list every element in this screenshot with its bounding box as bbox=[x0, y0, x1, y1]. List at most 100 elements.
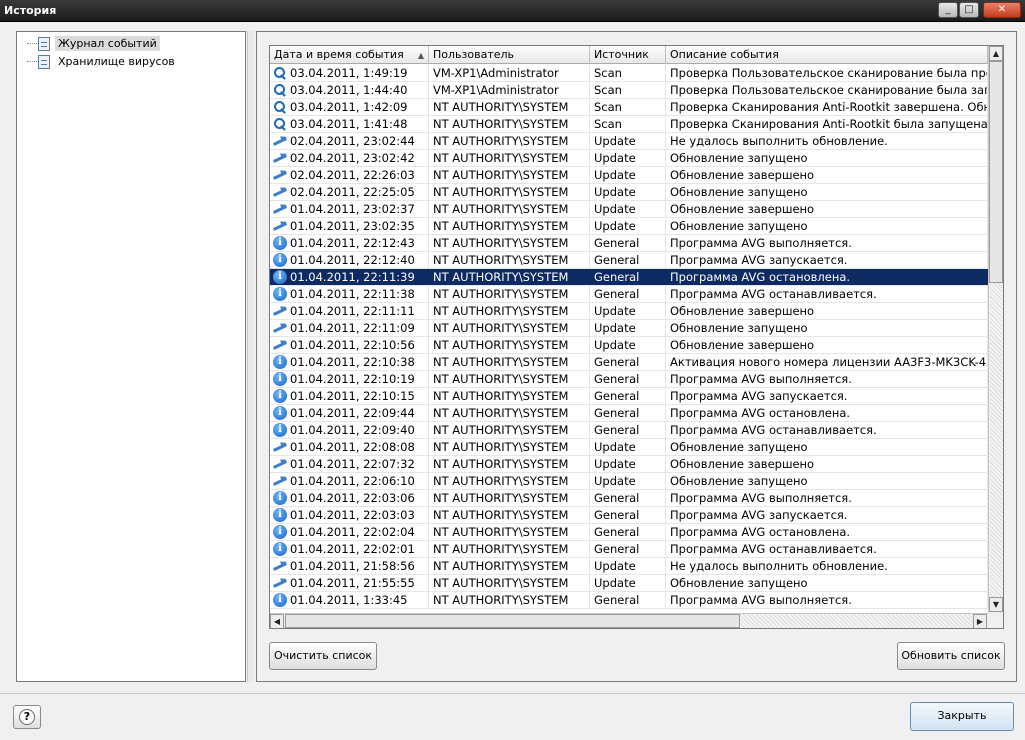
datetime-text: 03.04.2011, 1:41:48 bbox=[290, 117, 408, 131]
horizontal-scrollbar[interactable]: ◀ ▶ bbox=[270, 613, 988, 628]
cell-description: Обновление завершено bbox=[666, 337, 988, 353]
column-header-source[interactable]: Источник bbox=[590, 46, 666, 64]
datetime-text: 03.04.2011, 1:44:40 bbox=[290, 83, 408, 97]
cell-source: Update bbox=[590, 320, 666, 336]
column-header-user[interactable]: Пользователь bbox=[429, 46, 590, 64]
update-event-icon bbox=[273, 457, 287, 471]
cell-datetime: 01.04.2011, 22:07:32 bbox=[270, 456, 429, 472]
general-event-icon: i bbox=[273, 372, 287, 386]
table-row[interactable]: i 01.04.2011, 22:09:40 NT AUTHORITY\SYSTEM… bbox=[270, 422, 988, 439]
table-row[interactable]: 01.04.2011, 22:11:11 NT AUTHORITY\SYSTEM U… bbox=[270, 303, 988, 320]
table-row[interactable]: 01.04.2011, 21:55:55 NT AUTHORITY\SYSTEM U… bbox=[270, 575, 988, 592]
cell-datetime: 01.04.2011, 21:58:56 bbox=[270, 558, 429, 574]
cell-source: Update bbox=[590, 558, 666, 574]
table-row[interactable]: i 01.04.2011, 22:09:44 NT AUTHORITY\SYSTEM… bbox=[270, 405, 988, 422]
table-row[interactable]: 03.04.2011, 1:42:09 NT AUTHORITY\SYSTEM Sc… bbox=[270, 99, 988, 116]
general-event-icon: i bbox=[273, 236, 287, 250]
cell-description: Программа AVG останавливается. bbox=[666, 422, 988, 438]
help-button[interactable]: ? bbox=[13, 705, 41, 729]
cell-source: Scan bbox=[590, 65, 666, 81]
table-row[interactable]: 01.04.2011, 22:08:08 NT AUTHORITY\SYSTEM U… bbox=[270, 439, 988, 456]
close-button[interactable]: Закрыть bbox=[910, 702, 1014, 731]
table-row[interactable]: i 01.04.2011, 22:12:40 NT AUTHORITY\SYSTEM… bbox=[270, 252, 988, 269]
cell-datetime: i 01.04.2011, 22:02:04 bbox=[270, 524, 429, 540]
sort-ascending-icon: ▲ bbox=[417, 51, 424, 60]
table-row[interactable]: 03.04.2011, 1:44:40 VM-XP1\Administrator S… bbox=[270, 82, 988, 99]
update-event-icon bbox=[273, 576, 287, 590]
scroll-up-button[interactable]: ▲ bbox=[989, 46, 1003, 61]
general-event-icon: i bbox=[273, 525, 287, 539]
cell-description: Не удалось выполнить обновление. bbox=[666, 558, 988, 574]
horizontal-scroll-thumb[interactable] bbox=[285, 614, 740, 628]
vertical-scrollbar[interactable]: ▲ ▼ bbox=[988, 46, 1003, 613]
table-row[interactable]: 01.04.2011, 23:02:35 NT AUTHORITY\SYSTEM U… bbox=[270, 218, 988, 235]
cell-description: Программа AVG выполняется. bbox=[666, 490, 988, 506]
scroll-right-button[interactable]: ▶ bbox=[973, 614, 987, 628]
cell-user: NT AUTHORITY\SYSTEM bbox=[429, 320, 590, 336]
table-row[interactable]: i 01.04.2011, 22:03:06 NT AUTHORITY\SYSTEM… bbox=[270, 490, 988, 507]
table-row[interactable]: 01.04.2011, 22:07:32 NT AUTHORITY\SYSTEM U… bbox=[270, 456, 988, 473]
general-event-icon: i bbox=[273, 491, 287, 505]
tree-item-virus-vault[interactable]: Хранилище вирусов bbox=[27, 53, 178, 70]
table-row[interactable]: i 01.04.2011, 22:02:01 NT AUTHORITY\SYSTEM… bbox=[270, 541, 988, 558]
datetime-text: 01.04.2011, 1:33:45 bbox=[290, 593, 408, 607]
table-row[interactable]: 01.04.2011, 21:58:56 NT AUTHORITY\SYSTEM U… bbox=[270, 558, 988, 575]
cell-datetime: i 01.04.2011, 22:09:44 bbox=[270, 405, 429, 421]
table-row[interactable]: i 01.04.2011, 22:10:19 NT AUTHORITY\SYSTEM… bbox=[270, 371, 988, 388]
cell-description: Обновление запущено bbox=[666, 439, 988, 455]
scroll-down-button[interactable]: ▼ bbox=[989, 597, 1003, 612]
cell-description: Обновление запущено bbox=[666, 150, 988, 166]
minimize-button[interactable]: _ bbox=[938, 2, 958, 18]
cell-user: NT AUTHORITY\SYSTEM bbox=[429, 99, 590, 115]
table-row[interactable]: i 01.04.2011, 22:10:15 NT AUTHORITY\SYSTEM… bbox=[270, 388, 988, 405]
table-row[interactable]: i 01.04.2011, 22:11:38 NT AUTHORITY\SYSTEM… bbox=[270, 286, 988, 303]
maximize-button[interactable]: □ bbox=[959, 2, 979, 18]
scroll-left-button[interactable]: ◀ bbox=[270, 614, 284, 628]
vertical-scroll-thumb[interactable] bbox=[989, 61, 1003, 283]
update-event-icon bbox=[273, 168, 287, 182]
cell-user: NT AUTHORITY\SYSTEM bbox=[429, 235, 590, 251]
table-row[interactable]: i 01.04.2011, 22:03:03 NT AUTHORITY\SYSTEM… bbox=[270, 507, 988, 524]
cell-datetime: 02.04.2011, 23:02:44 bbox=[270, 133, 429, 149]
table-row[interactable]: 02.04.2011, 23:02:42 NT AUTHORITY\SYSTEM U… bbox=[270, 150, 988, 167]
column-header-datetime[interactable]: Дата и время события ▲ bbox=[270, 46, 429, 64]
table-row[interactable]: i 01.04.2011, 22:11:39 NT AUTHORITY\SYSTEM… bbox=[270, 269, 988, 286]
general-event-icon: i bbox=[273, 423, 287, 437]
cell-datetime: 01.04.2011, 22:08:08 bbox=[270, 439, 429, 455]
table-row[interactable]: 03.04.2011, 1:49:19 VM-XP1\Administrator S… bbox=[270, 65, 988, 82]
tree-item-event-log[interactable]: Журнал событий bbox=[27, 35, 160, 52]
table-row[interactable]: i 01.04.2011, 22:12:43 NT AUTHORITY\SYSTEM… bbox=[270, 235, 988, 252]
general-event-icon: i bbox=[273, 389, 287, 403]
table-row[interactable]: i 01.04.2011, 1:33:45 NT AUTHORITY\SYSTEM G… bbox=[270, 592, 988, 609]
table-row[interactable]: 01.04.2011, 22:11:09 NT AUTHORITY\SYSTEM U… bbox=[270, 320, 988, 337]
table-row[interactable]: 01.04.2011, 23:02:37 NT AUTHORITY\SYSTEM U… bbox=[270, 201, 988, 218]
cell-user: NT AUTHORITY\SYSTEM bbox=[429, 269, 590, 285]
column-header-description[interactable]: Описание события bbox=[666, 46, 988, 64]
update-event-icon bbox=[273, 219, 287, 233]
cell-source: Update bbox=[590, 303, 666, 319]
table-row[interactable]: i 01.04.2011, 22:10:38 NT AUTHORITY\SYSTEM… bbox=[270, 354, 988, 371]
table-row[interactable]: 02.04.2011, 22:25:05 NT AUTHORITY\SYSTEM U… bbox=[270, 184, 988, 201]
cell-source: Update bbox=[590, 167, 666, 183]
cell-datetime: 02.04.2011, 22:25:05 bbox=[270, 184, 429, 200]
table-row[interactable]: 01.04.2011, 22:06:10 NT AUTHORITY\SYSTEM U… bbox=[270, 473, 988, 490]
datetime-text: 01.04.2011, 22:11:11 bbox=[290, 304, 415, 318]
refresh-list-button[interactable]: Обновить список bbox=[897, 642, 1005, 670]
table-row[interactable]: i 01.04.2011, 22:02:04 NT AUTHORITY\SYSTEM… bbox=[270, 524, 988, 541]
table-row[interactable]: 02.04.2011, 22:26:03 NT AUTHORITY\SYSTEM U… bbox=[270, 167, 988, 184]
cell-description: Не удалось выполнить обновление. bbox=[666, 133, 988, 149]
cell-description: Обновление запущено bbox=[666, 218, 988, 234]
cell-source: Scan bbox=[590, 82, 666, 98]
table-row[interactable]: 03.04.2011, 1:41:48 NT AUTHORITY\SYSTEM Sc… bbox=[270, 116, 988, 133]
cell-user: NT AUTHORITY\SYSTEM bbox=[429, 558, 590, 574]
panel-splitter[interactable] bbox=[247, 31, 254, 682]
cell-datetime: i 01.04.2011, 22:12:43 bbox=[270, 235, 429, 251]
datetime-text: 01.04.2011, 22:09:40 bbox=[290, 423, 415, 437]
clear-list-button[interactable]: Очистить список bbox=[269, 642, 377, 670]
cell-user: VM-XP1\Administrator bbox=[429, 82, 590, 98]
table-row[interactable]: 02.04.2011, 23:02:44 NT AUTHORITY\SYSTEM U… bbox=[270, 133, 988, 150]
close-window-button[interactable]: ✕ bbox=[983, 2, 1021, 18]
table-row[interactable]: 01.04.2011, 22:10:56 NT AUTHORITY\SYSTEM U… bbox=[270, 337, 988, 354]
cell-user: NT AUTHORITY\SYSTEM bbox=[429, 524, 590, 540]
cell-user: NT AUTHORITY\SYSTEM bbox=[429, 252, 590, 268]
